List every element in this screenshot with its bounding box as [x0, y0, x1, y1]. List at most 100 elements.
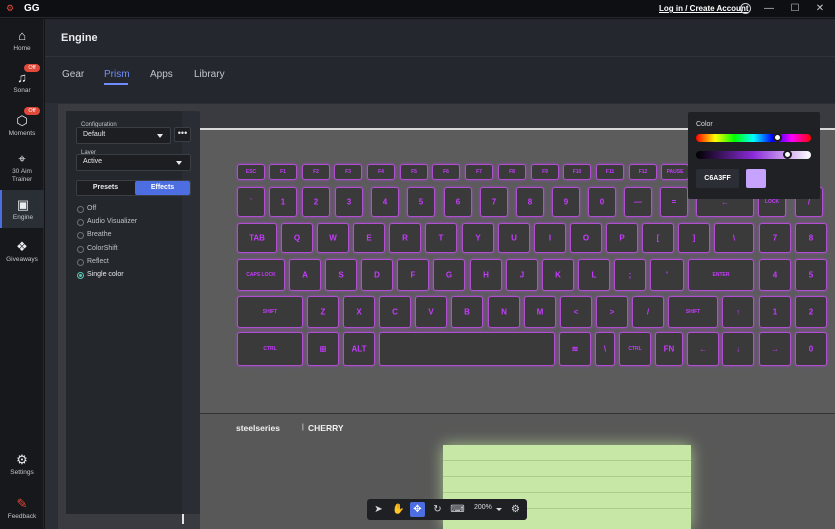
- keyboard-key[interactable]: ≋: [559, 332, 591, 366]
- hue-slider-handle[interactable]: [773, 133, 782, 142]
- keyboard-key[interactable]: TAB: [237, 223, 277, 253]
- keyboard-key[interactable]: 7: [759, 223, 791, 253]
- sidebar-item-feedback[interactable]: ✎ Feedback: [0, 497, 44, 521]
- reset-view-icon[interactable]: ↻: [430, 502, 445, 517]
- keyboard-key[interactable]: F5: [400, 164, 428, 180]
- keyboard-key[interactable]: ENTER: [688, 259, 754, 291]
- keyboard-key[interactable]: 1: [759, 296, 791, 328]
- keyboard-key[interactable]: S: [325, 259, 357, 291]
- keyboard-key[interactable]: L: [578, 259, 610, 291]
- keyboard-key[interactable]: [379, 332, 555, 366]
- keyboard-key[interactable]: =: [660, 187, 688, 217]
- keyboard-key[interactable]: G: [433, 259, 465, 291]
- hex-input[interactable]: C6A3FF: [696, 169, 739, 188]
- sidebar-item-giveaways[interactable]: ❖ Giveaways: [0, 240, 44, 264]
- keyboard-key[interactable]: /: [632, 296, 664, 328]
- keyboard-key[interactable]: H: [470, 259, 502, 291]
- tab-gear[interactable]: Gear: [62, 69, 84, 80]
- keyboard-key[interactable]: Y: [462, 223, 494, 253]
- sidebar-item-settings[interactable]: ⚙ Settings: [0, 453, 44, 477]
- keyboard-key[interactable]: D: [361, 259, 393, 291]
- maximize-button[interactable]: ☐: [788, 2, 802, 16]
- keyboard-key[interactable]: `: [237, 187, 265, 217]
- radio-button[interactable]: [77, 206, 84, 213]
- shade-slider[interactable]: [696, 151, 811, 159]
- keyboard-key[interactable]: J: [506, 259, 538, 291]
- keyboard-key[interactable]: F: [397, 259, 429, 291]
- keyboard-key[interactable]: T: [425, 223, 457, 253]
- radio-button[interactable]: [77, 219, 84, 226]
- sidebar-item-engine[interactable]: ▣ Engine: [0, 190, 44, 228]
- keyboard-key[interactable]: PAUSE: [661, 164, 689, 180]
- keyboard-key[interactable]: F11: [596, 164, 624, 180]
- keyboard-key[interactable]: U: [498, 223, 530, 253]
- shade-slider-handle[interactable]: [783, 150, 792, 159]
- keyboard-key[interactable]: SHIFT: [237, 296, 303, 328]
- hand-tool-icon[interactable]: ✋: [391, 502, 406, 517]
- keyboard-key[interactable]: F8: [498, 164, 526, 180]
- keyboard-key[interactable]: >: [596, 296, 628, 328]
- tab-prism[interactable]: Prism: [104, 69, 130, 80]
- keyboard-key[interactable]: M: [524, 296, 556, 328]
- keyboard-key[interactable]: E: [353, 223, 385, 253]
- keyboard-key[interactable]: O: [570, 223, 602, 253]
- radio-button[interactable]: [77, 246, 84, 253]
- keyboard-key[interactable]: N: [488, 296, 520, 328]
- keyboard-key[interactable]: ESC: [237, 164, 265, 180]
- keyboard-key[interactable]: K: [542, 259, 574, 291]
- keyboard-key[interactable]: —: [624, 187, 652, 217]
- keyboard-key[interactable]: 8: [795, 223, 827, 253]
- tab-apps[interactable]: Apps: [150, 69, 173, 80]
- keyboard-key[interactable]: 4: [371, 187, 399, 217]
- keyboard-key[interactable]: R: [389, 223, 421, 253]
- keyboard-key[interactable]: 2: [795, 296, 827, 328]
- keyboard-key[interactable]: F6: [432, 164, 460, 180]
- minimize-button[interactable]: —: [762, 2, 776, 16]
- keyboard-key[interactable]: FN: [655, 332, 683, 366]
- sidebar-item-aim-trainer[interactable]: ⌖ 30 Aim Trainer: [0, 152, 44, 184]
- keyboard-key[interactable]: 1: [269, 187, 297, 217]
- keyboard-icon[interactable]: ⌨: [450, 502, 465, 517]
- keyboard-key[interactable]: ]: [678, 223, 710, 253]
- login-link[interactable]: Log in / Create Account: [659, 4, 749, 13]
- sidebar-item-moments[interactable]: Off ⬡ Moments: [0, 107, 44, 138]
- keyboard-key[interactable]: 8: [516, 187, 544, 217]
- keyboard-key[interactable]: 9: [552, 187, 580, 217]
- radio-button-selected[interactable]: [77, 272, 84, 279]
- keyboard-key[interactable]: F7: [465, 164, 493, 180]
- keyboard-key[interactable]: 2: [302, 187, 330, 217]
- keyboard-key[interactable]: X: [343, 296, 375, 328]
- presets-tab[interactable]: Presets: [77, 181, 134, 195]
- user-icon[interactable]: [740, 3, 751, 14]
- keyboard-key[interactable]: A: [289, 259, 321, 291]
- keyboard-key[interactable]: ←: [687, 332, 719, 366]
- keyboard-key[interactable]: ': [650, 259, 684, 291]
- keyboard-key[interactable]: F4: [367, 164, 395, 180]
- keyboard-key[interactable]: V: [415, 296, 447, 328]
- effects-tab[interactable]: Effects: [135, 181, 190, 195]
- gear-icon[interactable]: ⚙: [508, 502, 523, 517]
- keyboard-key[interactable]: ↓: [722, 332, 754, 366]
- keyboard-key[interactable]: \: [714, 223, 754, 253]
- keyboard-key[interactable]: F10: [563, 164, 591, 180]
- keyboard-key[interactable]: 6: [444, 187, 472, 217]
- keyboard-key[interactable]: 7: [480, 187, 508, 217]
- keyboard-key[interactable]: [: [642, 223, 674, 253]
- sidebar-item-sonar[interactable]: Off ♫ Sonar: [0, 64, 44, 95]
- keyboard-key[interactable]: F3: [334, 164, 362, 180]
- move-tool-icon[interactable]: ✥: [410, 502, 425, 517]
- keyboard-key[interactable]: →: [759, 332, 791, 366]
- sidebar-item-home[interactable]: ⌂ Home: [0, 29, 44, 53]
- keyboard-key[interactable]: 5: [407, 187, 435, 217]
- keyboard-key[interactable]: <: [560, 296, 592, 328]
- select-tool-icon[interactable]: ➤: [371, 502, 386, 517]
- keyboard-key[interactable]: 5: [795, 259, 827, 291]
- keyboard-key[interactable]: Q: [281, 223, 313, 253]
- zoom-level[interactable]: 200%: [474, 504, 492, 511]
- keyboard-key[interactable]: 0: [795, 332, 827, 366]
- keyboard-key[interactable]: CTRL: [619, 332, 651, 366]
- keyboard-key[interactable]: B: [451, 296, 483, 328]
- keyboard-key[interactable]: ;: [614, 259, 646, 291]
- keyboard-key[interactable]: W: [317, 223, 349, 253]
- keyboard-key[interactable]: Z: [307, 296, 339, 328]
